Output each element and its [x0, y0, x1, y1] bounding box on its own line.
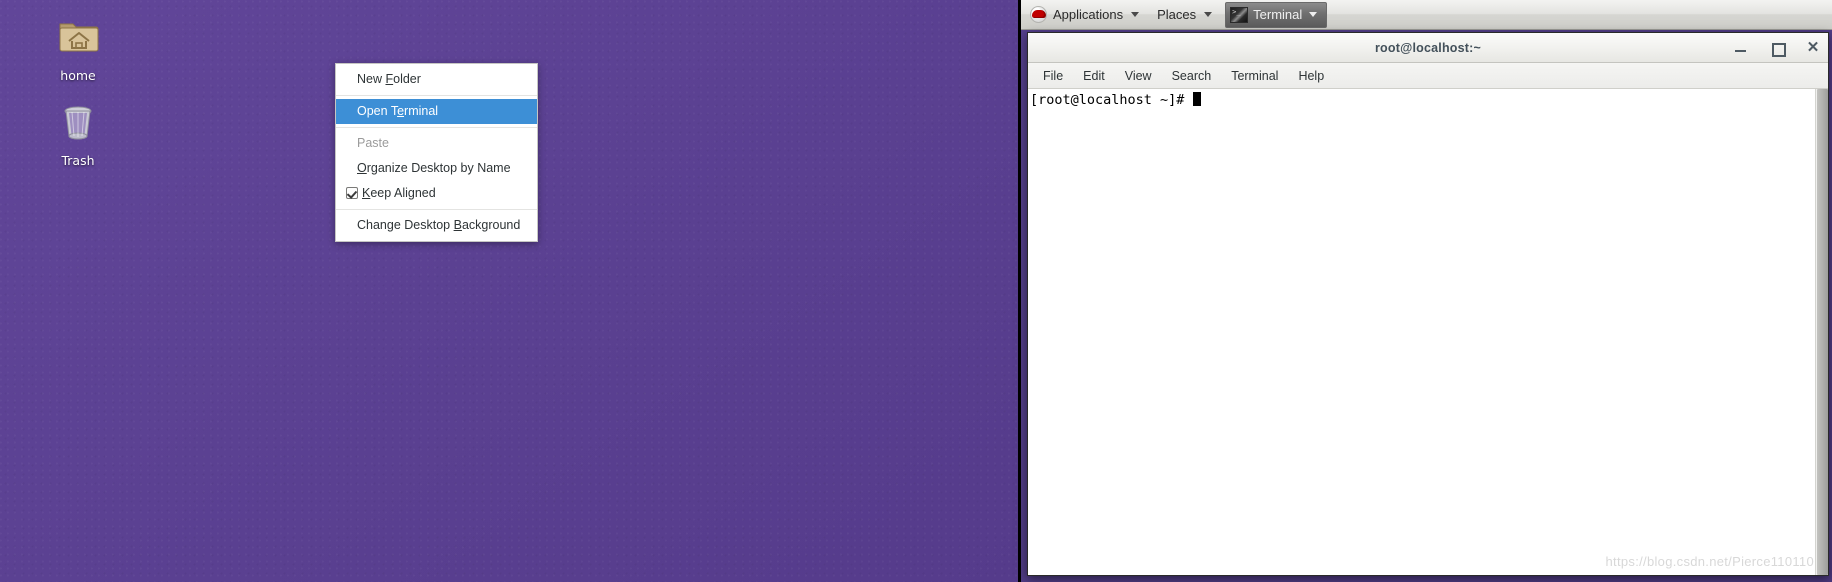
menu-item-label: Keep Aligned [362, 186, 436, 200]
menu-terminal[interactable]: Terminal [1222, 67, 1287, 85]
places-menu-button[interactable]: Places [1148, 0, 1221, 30]
home-folder-icon [30, 15, 126, 65]
menu-item-label: Paste [357, 136, 389, 150]
desktop-icon-label: Trash [61, 153, 95, 168]
context-menu-item-organize-desktop-by-name[interactable]: Organize Desktop by Name [336, 156, 537, 181]
maximize-icon[interactable] [1770, 41, 1786, 57]
menu-separator [336, 127, 537, 128]
context-menu-item-change-desktop-background[interactable]: Change Desktop Background [336, 213, 537, 238]
terminal-scrollbar[interactable] [1815, 89, 1828, 575]
menu-search[interactable]: Search [1163, 67, 1221, 85]
terminal-window: root@localhost:~ ✕ File Edit View Search… [1027, 32, 1829, 576]
terminal-prompt-text: [root@localhost ~]# [1030, 92, 1193, 108]
terminal-icon [1230, 6, 1249, 23]
desktop-context-menu[interactable]: New Folder Open Terminal Paste Organize … [335, 63, 538, 242]
context-menu-item-open-terminal[interactable]: Open Terminal [336, 99, 537, 124]
gnome-session-area: Applications Places Terminal root@localh… [1018, 0, 1832, 582]
terminal-menubar[interactable]: File Edit View Search Terminal Help [1028, 63, 1828, 89]
window-controls: ✕ [1734, 33, 1820, 63]
chevron-down-icon [1204, 12, 1213, 17]
screen: home Trash New Folder Open Terminal Past… [0, 0, 1832, 582]
applications-menu-button[interactable]: Applications [1021, 0, 1148, 30]
menu-view[interactable]: View [1116, 67, 1161, 85]
window-title: root@localhost:~ [1374, 40, 1482, 55]
desktop-surface[interactable]: home Trash New Folder Open Terminal Past… [0, 0, 1018, 582]
terminal-titlebar[interactable]: root@localhost:~ ✕ [1028, 33, 1828, 63]
desktop-icon-label: home [60, 68, 96, 83]
chevron-down-icon [1131, 12, 1140, 17]
applications-menu-label: Applications [1053, 7, 1124, 22]
menu-item-label: Change Desktop Background [357, 218, 521, 232]
menu-help[interactable]: Help [1289, 67, 1333, 85]
terminal-prompt-line: [root@localhost ~]# [1030, 92, 1828, 109]
close-icon[interactable]: ✕ [1806, 40, 1820, 55]
menu-file[interactable]: File [1034, 67, 1072, 85]
checkbox-icon[interactable] [346, 187, 358, 199]
menu-separator [336, 209, 537, 210]
context-menu-item-paste: Paste [336, 131, 537, 156]
menu-separator [336, 95, 537, 96]
taskbar-item-label: Terminal [1253, 7, 1303, 22]
desktop-icon-home[interactable]: home [30, 15, 126, 85]
context-menu-item-keep-aligned[interactable]: Keep Aligned [336, 181, 537, 206]
top-panel: Applications Places Terminal [1021, 0, 1832, 30]
menu-item-label: New Folder [357, 72, 421, 86]
scrollbar-thumb[interactable] [1817, 89, 1828, 575]
trash-can-icon [30, 100, 126, 150]
terminal-cursor [1192, 92, 1201, 106]
chevron-down-icon [1309, 12, 1318, 17]
terminal-output-area[interactable]: [root@localhost ~]# https://blog.csdn.ne… [1028, 89, 1828, 575]
context-menu-item-new-folder[interactable]: New Folder [336, 67, 537, 92]
menu-edit[interactable]: Edit [1074, 67, 1114, 85]
taskbar-item-terminal[interactable]: Terminal [1225, 1, 1328, 28]
places-menu-label: Places [1157, 7, 1197, 22]
redhat-logo-icon [1030, 6, 1047, 23]
minimize-icon[interactable] [1734, 41, 1748, 55]
menu-item-label: Organize Desktop by Name [357, 161, 511, 175]
desktop-icon-trash[interactable]: Trash [30, 100, 126, 170]
watermark-text: https://blog.csdn.net/Pierce110110 [1605, 554, 1814, 569]
menu-item-label: Open Terminal [357, 104, 439, 118]
